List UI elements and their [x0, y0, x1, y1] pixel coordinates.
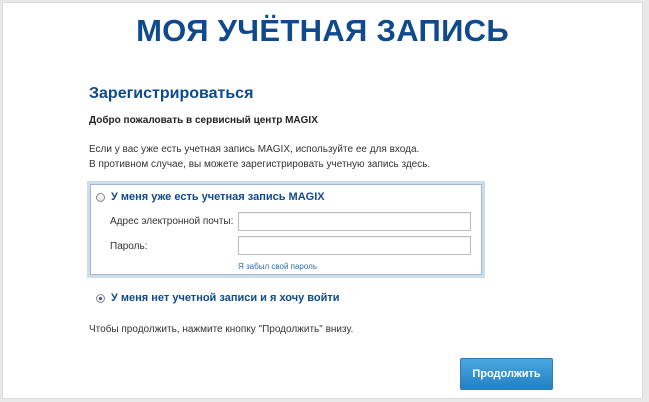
email-label: Адрес электронной почты:	[110, 216, 234, 227]
login-option-radio[interactable]	[96, 193, 105, 202]
page-title: МОЯ УЧЁТНАЯ ЗАПИСЬ	[136, 13, 509, 48]
no-account-option-radio[interactable]	[96, 294, 105, 303]
forgot-password-link[interactable]: Я забыл свой пароль	[238, 262, 317, 271]
login-option-box: У меня уже есть учетная запись MAGIX Адр…	[87, 181, 485, 278]
welcome-text: Добро пожаловать в сервисный центр MAGIX	[89, 115, 318, 126]
intro-line-1: Если у вас уже есть учетная запись MAGIX…	[89, 144, 420, 155]
password-label: Пароль:	[110, 241, 148, 252]
email-field[interactable]	[238, 212, 471, 231]
intro-text: Если у вас уже есть учетная запись MAGIX…	[89, 142, 430, 172]
login-option-label[interactable]: У меня уже есть учетная запись MAGIX	[111, 191, 325, 203]
continue-button[interactable]: Продолжить	[460, 358, 553, 390]
page-frame: МОЯ УЧЁТНАЯ ЗАПИСЬ Зарегистрироваться До…	[3, 3, 642, 398]
password-field[interactable]	[238, 236, 471, 255]
no-account-option-label[interactable]: У меня нет учетной записи и я хочу войти	[111, 292, 340, 304]
register-title: Зарегистрироваться	[89, 85, 254, 102]
continue-hint: Чтобы продолжить, нажмите кнопку "Продол…	[89, 324, 354, 335]
intro-line-2: В противном случае, вы можете зарегистри…	[89, 159, 431, 170]
